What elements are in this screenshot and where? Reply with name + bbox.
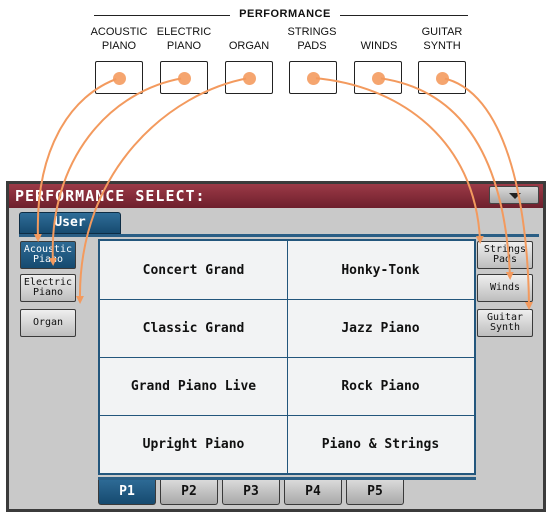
hw-button-strings-pads[interactable] xyxy=(289,61,337,94)
led-indicator xyxy=(372,71,385,85)
led-indicator xyxy=(243,71,256,85)
performance-slot[interactable]: Honky-Tonk xyxy=(287,241,474,299)
hw-button-electric-piano[interactable] xyxy=(160,61,208,94)
page-tab-p1[interactable]: P1 xyxy=(98,480,156,505)
performance-select-display: PERFORMANCE SELECT: User Acoustic Piano … xyxy=(6,181,546,512)
performance-slot[interactable]: Grand Piano Live xyxy=(100,357,287,415)
performance-slot[interactable]: Upright Piano xyxy=(100,415,287,473)
hw-button-winds[interactable] xyxy=(354,61,402,94)
title-bar: PERFORMANCE SELECT: xyxy=(9,184,543,208)
grid-divider xyxy=(287,241,288,473)
page-tab-p2[interactable]: P2 xyxy=(160,480,218,505)
led-indicator xyxy=(178,71,191,85)
category-electric-piano[interactable]: Electric Piano xyxy=(20,274,76,302)
category-winds[interactable]: Winds xyxy=(477,274,533,302)
hw-button-acoustic-piano[interactable] xyxy=(95,61,143,94)
page-tab-p3[interactable]: P3 xyxy=(222,480,280,505)
performance-slot[interactable]: Rock Piano xyxy=(287,357,474,415)
performance-slot[interactable]: Jazz Piano xyxy=(287,299,474,357)
performance-grid: Concert Grand Honky-Tonk Classic Grand J… xyxy=(98,239,476,475)
header-rule-right xyxy=(340,15,468,16)
led-indicator xyxy=(307,71,320,85)
page-tab-p5[interactable]: P5 xyxy=(346,480,404,505)
performance-slot[interactable]: Piano & Strings xyxy=(287,415,474,473)
page-title: PERFORMANCE SELECT: xyxy=(15,187,206,205)
category-guitar-synth[interactable]: Guitar Synth xyxy=(477,309,533,337)
hw-label-guitar-synth: GUITAR SYNTH xyxy=(421,26,463,52)
performance-section-header: PERFORMANCE xyxy=(94,8,468,22)
performance-slot[interactable]: Classic Grand xyxy=(100,299,287,357)
category-organ[interactable]: Organ xyxy=(20,309,76,337)
led-indicator xyxy=(436,71,449,85)
page-tab-p4[interactable]: P4 xyxy=(284,480,342,505)
triangle-down-icon xyxy=(509,193,521,199)
tab-user[interactable]: User xyxy=(19,212,121,234)
hw-button-guitar-synth[interactable] xyxy=(418,61,466,94)
performance-section-title: PERFORMANCE xyxy=(239,8,331,20)
led-indicator xyxy=(113,71,126,85)
bank-tab-underline xyxy=(19,234,539,237)
category-strings-pads[interactable]: Strings Pads xyxy=(477,241,533,269)
category-acoustic-piano[interactable]: Acoustic Piano xyxy=(20,241,76,269)
header-rule-left xyxy=(94,15,230,16)
hw-button-organ[interactable] xyxy=(225,61,273,94)
page-menu-button[interactable] xyxy=(489,186,539,204)
performance-slot[interactable]: Concert Grand xyxy=(100,241,287,299)
